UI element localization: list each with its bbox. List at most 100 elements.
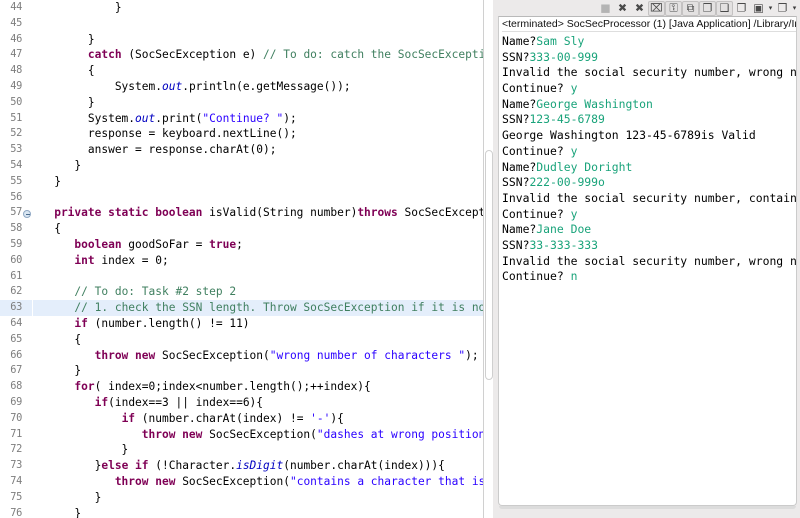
code-line-text: if(index==3 || index==6){ [34, 395, 263, 411]
code-line[interactable]: 72 } [0, 442, 483, 458]
console-user-input: y [570, 143, 578, 158]
code-line[interactable]: 69 if(index==3 || index==6){ [0, 395, 483, 411]
console-program-output: SSN? [502, 49, 530, 64]
console-output-box[interactable]: <terminated> SocSecProcessor (1) [Java A… [498, 16, 797, 506]
code-line[interactable]: 71 throw new SocSecException("dashes at … [0, 427, 483, 443]
code-line[interactable]: 52 response = keyboard.nextLine(); [0, 126, 483, 142]
code-token-str: "contains a character that is not a di [289, 474, 483, 488]
scroll-lock-button[interactable]: ⚿ [665, 0, 682, 16]
line-number: 67 [10, 364, 22, 377]
code-line[interactable]: 56 [0, 190, 483, 206]
code-token-kw: throw new [34, 474, 176, 488]
code-line-text: } [34, 95, 95, 111]
java-code-editor[interactable]: 44 } 45 46 } 47 catch (SocSecException e) /… [0, 0, 493, 518]
clear-console-button[interactable]: ⌧ [648, 0, 665, 16]
code-line-text: { [34, 332, 81, 348]
console-user-input: n [570, 269, 578, 284]
editor-text-area[interactable]: 44 } 45 46 } 47 catch (SocSecException e) /… [0, 0, 483, 518]
code-line[interactable]: 75 } [0, 490, 483, 506]
code-line[interactable]: 67 } [0, 363, 483, 379]
console-line: Continue? y [502, 81, 796, 97]
console-output-text[interactable]: Name?Sam Sly SSN?333-00-999 Invalid the so… [502, 34, 797, 285]
code-line-text: }else if (!Character.isDigit(number.char… [34, 458, 445, 474]
code-token-plain: { [34, 222, 61, 236]
code-line[interactable]: 63 // 1. check the SSN length. Throw Soc… [0, 300, 483, 316]
code-line[interactable]: 57 private static boolean isValid(String… [0, 205, 483, 221]
code-line[interactable]: 62 // To do: Task #2 step 2 [0, 284, 483, 300]
code-line[interactable]: 47 catch (SocSecException e) // To do: c… [0, 47, 483, 63]
console-line: Invalid the social security number, wron… [502, 65, 797, 81]
code-token-str: "wrong number of characters " [269, 348, 466, 362]
console-line: Continue? y [502, 206, 796, 223]
code-line[interactable]: 64 if (number.length() != 11) [0, 316, 483, 332]
console-line: SSN?123-45-6789 [502, 112, 796, 128]
line-number: 57 [10, 206, 22, 219]
code-line[interactable]: 46 } [0, 32, 483, 48]
code-line-list[interactable]: 44 } 45 46 } 47 catch (SocSecException e) /… [0, 0, 483, 518]
code-line[interactable]: 58 { [0, 221, 483, 237]
code-token-plain: (index==3 || index==6){ [108, 395, 264, 409]
code-line[interactable]: 51 System.out.print("Continue? "); [0, 111, 483, 127]
code-line[interactable]: 61 [0, 269, 483, 285]
pin-console-button[interactable]: ❐ [699, 0, 716, 16]
console-user-input: George Washington [536, 96, 653, 111]
code-line[interactable]: 70 if (number.charAt(index) != '-'){ [0, 411, 483, 427]
code-fold-collapse-icon[interactable] [23, 209, 31, 218]
code-token-kw: catch [87, 48, 122, 62]
line-number: 56 [10, 190, 22, 203]
line-number: 64 [10, 316, 22, 329]
code-line[interactable]: 44 } [0, 0, 483, 16]
code-line[interactable]: 55 } [0, 174, 483, 190]
code-token-str: "dashes at wrong positions" [316, 427, 483, 441]
console-user-input: Sam Sly [536, 34, 585, 48]
code-token-fld: isDigit [236, 459, 284, 473]
editor-vertical-scrollbar[interactable] [483, 0, 493, 518]
code-line[interactable]: 48 { [0, 63, 483, 79]
open-console-dropdown[interactable]: ▾ [791, 1, 798, 16]
line-number: 62 [10, 285, 22, 298]
new-console-dropdown[interactable]: ▾ [767, 1, 774, 16]
remove-all-terminated-icon: ✖ [634, 1, 645, 15]
display-selected-console-button[interactable]: ❑ [716, 0, 733, 16]
remove-all-terminated-button[interactable]: ✖ [631, 1, 648, 16]
code-line[interactable]: 76 } [0, 506, 483, 518]
code-line-text: if (number.length() != 11) [34, 316, 249, 332]
new-console-view-icon: ▣ [753, 1, 764, 15]
console-user-input: y [570, 206, 578, 221]
code-line-text: answer = response.charAt(0); [34, 142, 277, 158]
code-line[interactable]: 50 } [0, 95, 483, 111]
code-token-plain: { [34, 64, 95, 78]
code-line[interactable]: 66 throw new SocSecException("wrong numb… [0, 348, 483, 364]
code-line[interactable]: 65 { [0, 332, 483, 348]
code-line-text: } [34, 0, 122, 16]
word-wrap-button[interactable]: ⧉ [682, 0, 699, 16]
editor-scrollbar-thumb[interactable] [485, 150, 493, 380]
code-line-text: System.out.println(e.getMessage()); [34, 79, 351, 95]
code-line[interactable]: 54 } [0, 158, 483, 174]
new-console-view-button[interactable]: ▣ [750, 1, 767, 16]
code-line[interactable]: 45 [0, 16, 483, 32]
console-program-output: Invalid the social security number, wron… [502, 65, 797, 80]
code-line[interactable]: 49 System.out.println(e.getMessage()); [0, 79, 483, 95]
open-console-button[interactable]: ❐ [733, 1, 750, 16]
code-line[interactable]: 68 for( index=0;index<number.length();++… [0, 379, 483, 395]
console-line: Name?George Washington [502, 96, 796, 113]
code-line[interactable]: 74 throw new SocSecException("contains a… [0, 474, 483, 490]
eclipse-ide-window: 44 } 45 46 } 47 catch (SocSecException e) /… [0, 0, 800, 518]
open-console-menu-button[interactable]: ❐ [774, 1, 791, 16]
code-token-kw: boolean [34, 237, 122, 251]
code-line[interactable]: 60 int index = 0; [0, 253, 483, 269]
code-token-plain: } [34, 364, 82, 378]
code-line[interactable]: 73 }else if (!Character.isDigit(number.c… [0, 458, 483, 474]
open-console-menu-icon: ❐ [777, 1, 788, 15]
code-line[interactable]: 59 boolean goodSoFar = true; [0, 237, 483, 253]
code-line[interactable]: 53 answer = response.charAt(0); [0, 142, 483, 158]
code-line-text: response = keyboard.nextLine(); [34, 126, 297, 142]
code-token-plain: SocSecException( [175, 474, 290, 488]
code-token-plain: ( index=0;index<number.length();++index)… [94, 380, 371, 394]
console-user-input: 222-00-999o [529, 175, 605, 190]
remove-launch-button[interactable]: ✖ [614, 1, 631, 16]
